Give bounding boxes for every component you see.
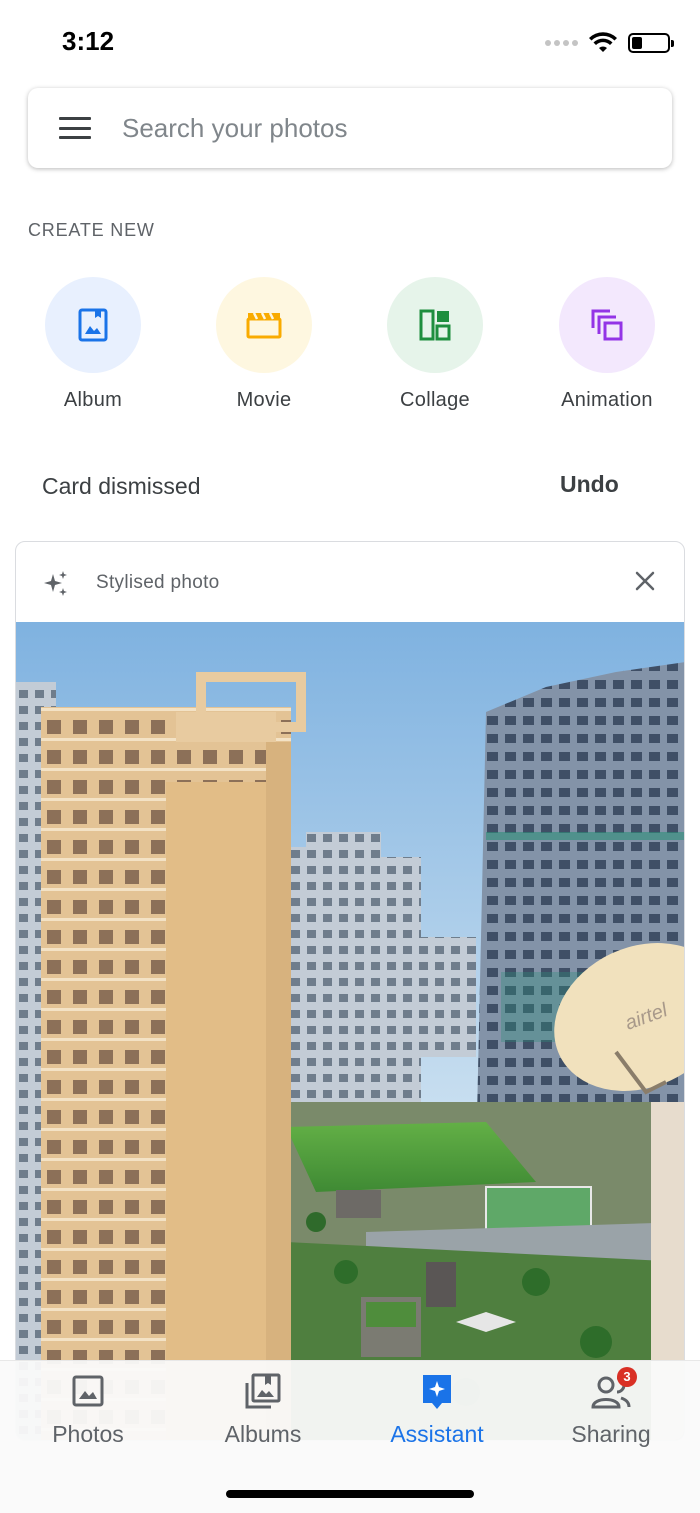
home-indicator xyxy=(226,1490,474,1498)
card-header: Stylised photo xyxy=(16,542,684,622)
albums-icon xyxy=(243,1373,283,1411)
menu-icon[interactable] xyxy=(59,117,91,139)
create-collage-button[interactable]: Collage xyxy=(365,277,505,412)
nav-sharing-label: Sharing xyxy=(571,1421,651,1447)
create-animation-button[interactable]: Animation xyxy=(537,277,677,412)
cellular-signal-icon xyxy=(545,40,578,46)
card-dismissed-text: Card dismissed xyxy=(42,473,201,499)
movie-label: Movie xyxy=(236,389,292,411)
sparkle-icon xyxy=(44,571,67,596)
undo-button[interactable]: Undo xyxy=(548,471,631,498)
search-bar xyxy=(28,88,672,168)
nav-albums-label: Albums xyxy=(224,1421,302,1447)
status-time: 3:12 xyxy=(62,26,115,56)
wifi-icon xyxy=(589,32,617,52)
stylised-photo-image[interactable]: airtel xyxy=(16,622,685,1441)
album-label: Album xyxy=(63,389,123,411)
collage-icon xyxy=(419,309,451,341)
sharing-icon: 3 xyxy=(591,1367,637,1411)
create-album-button[interactable]: Album xyxy=(23,277,163,412)
animation-label: Animation xyxy=(561,389,653,411)
nav-photos-label: Photos xyxy=(52,1421,124,1447)
close-icon[interactable] xyxy=(634,570,656,592)
movie-icon-circle xyxy=(216,277,312,373)
photos-icon xyxy=(68,1373,108,1411)
nav-photos[interactable]: Photos xyxy=(3,1373,173,1448)
nav-albums[interactable]: Albums xyxy=(178,1373,348,1448)
create-movie-button[interactable]: Movie xyxy=(194,277,334,412)
nav-assistant[interactable]: Assistant xyxy=(352,1373,522,1448)
album-icon-circle xyxy=(45,277,141,373)
search-input[interactable] xyxy=(122,112,622,144)
status-icons xyxy=(545,30,674,56)
nav-sharing[interactable]: 3 Sharing xyxy=(526,1367,696,1448)
movie-icon xyxy=(246,312,282,339)
status-bar: 3:12 xyxy=(0,0,700,80)
assistant-icon xyxy=(417,1373,457,1411)
album-icon xyxy=(78,308,108,342)
animation-icon xyxy=(591,309,623,341)
card-title: Stylised photo xyxy=(96,572,220,593)
battery-icon xyxy=(628,33,674,53)
collage-label: Collage xyxy=(400,389,470,411)
create-new-title: CREATE NEW xyxy=(28,220,155,240)
animation-icon-circle xyxy=(559,277,655,373)
sharing-badge: 3 xyxy=(617,1367,637,1387)
stylised-photo-card[interactable]: Stylised photo airtel xyxy=(15,541,685,1441)
collage-icon-circle xyxy=(387,277,483,373)
nav-assistant-label: Assistant xyxy=(390,1421,484,1447)
